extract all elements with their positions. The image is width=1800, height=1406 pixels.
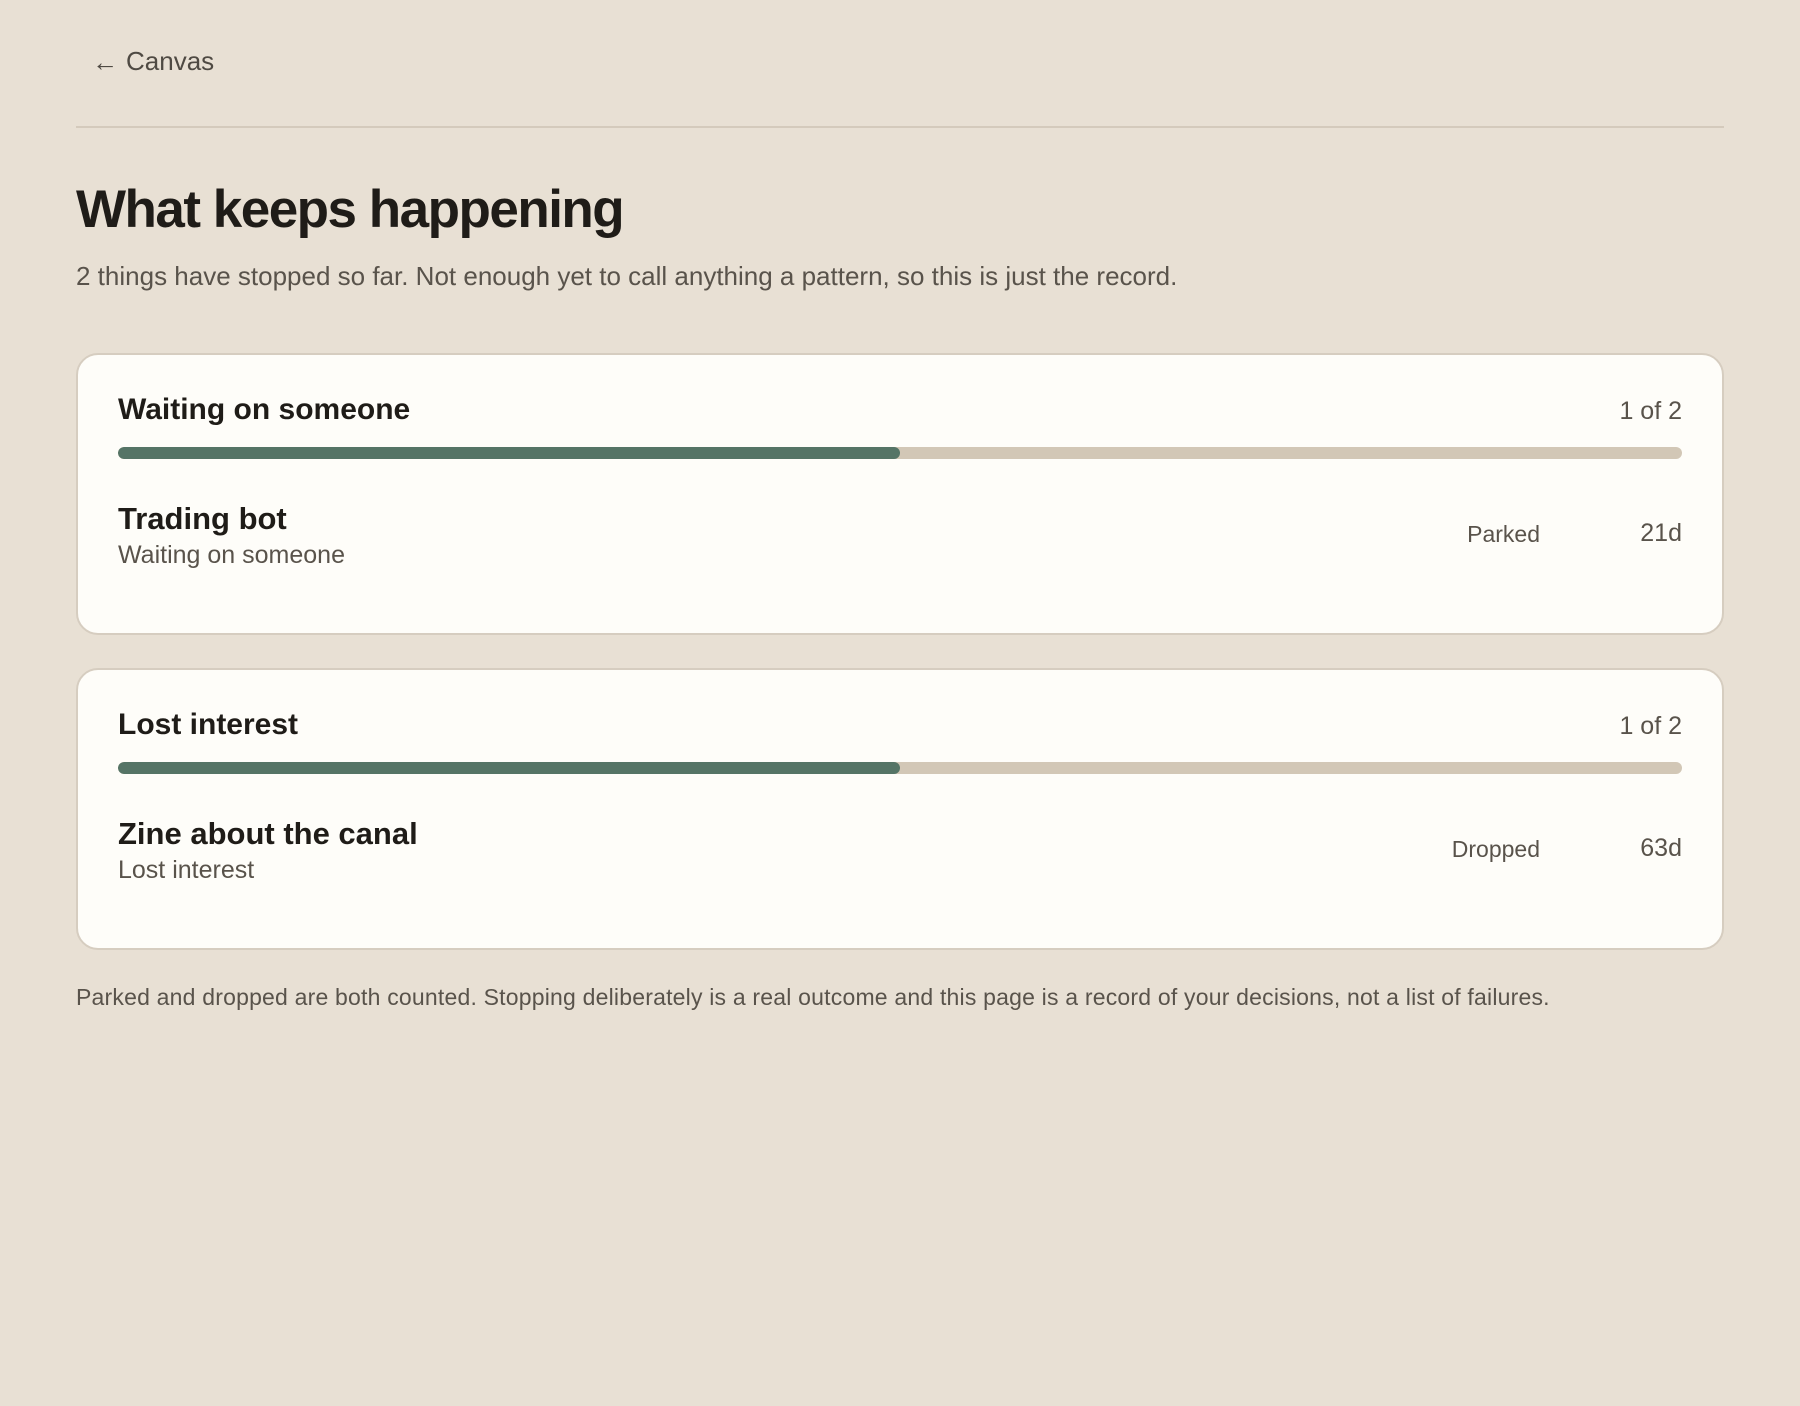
group-card-waiting-on-someone: Waiting on someone 1 of 2 Trading bot Wa… <box>76 353 1724 635</box>
group-count: 1 of 2 <box>1619 397 1682 425</box>
item-age: 63d <box>1640 834 1682 862</box>
footer-note: Parked and dropped are both counted. Sto… <box>76 984 1550 1010</box>
group-header: Lost interest 1 of 2 <box>118 708 1682 742</box>
group-progress-bar <box>118 762 1682 774</box>
group-count: 1 of 2 <box>1619 712 1682 740</box>
back-link-label: Canvas <box>126 46 215 76</box>
back-to-canvas-link[interactable]: ← Canvas <box>92 46 214 77</box>
page-title: What keeps happening <box>76 180 625 239</box>
status-label: Dropped <box>1451 836 1540 862</box>
top-bar: ← Canvas <box>76 0 1724 128</box>
item-name: Zine about the canal <box>118 816 418 851</box>
group-header: Waiting on someone 1 of 2 <box>118 393 1682 427</box>
item-reason: Lost interest <box>118 856 255 884</box>
group-card-lost-interest: Lost interest 1 of 2 Zine about the cana… <box>76 668 1724 950</box>
group-title: Lost interest <box>118 708 299 741</box>
page: ← Canvas What keeps happening 2 things h… <box>76 0 1724 1010</box>
arrow-left-icon: ← <box>92 46 118 77</box>
group-progress-bar <box>118 447 1682 459</box>
list-item[interactable]: Zine about the canal Lost interest Dropp… <box>118 816 1682 886</box>
group-progress-fill <box>118 447 900 459</box>
group-title: Waiting on someone <box>118 393 411 426</box>
status-label: Parked <box>1467 521 1540 547</box>
list-item[interactable]: Trading bot Waiting on someone Parked 21… <box>118 501 1682 571</box>
item-reason: Waiting on someone <box>118 541 345 569</box>
page-subtitle: 2 things have stopped so far. Not enough… <box>76 261 1178 291</box>
item-name: Trading bot <box>118 501 287 536</box>
group-progress-fill <box>118 762 900 774</box>
item-age: 21d <box>1640 519 1682 547</box>
